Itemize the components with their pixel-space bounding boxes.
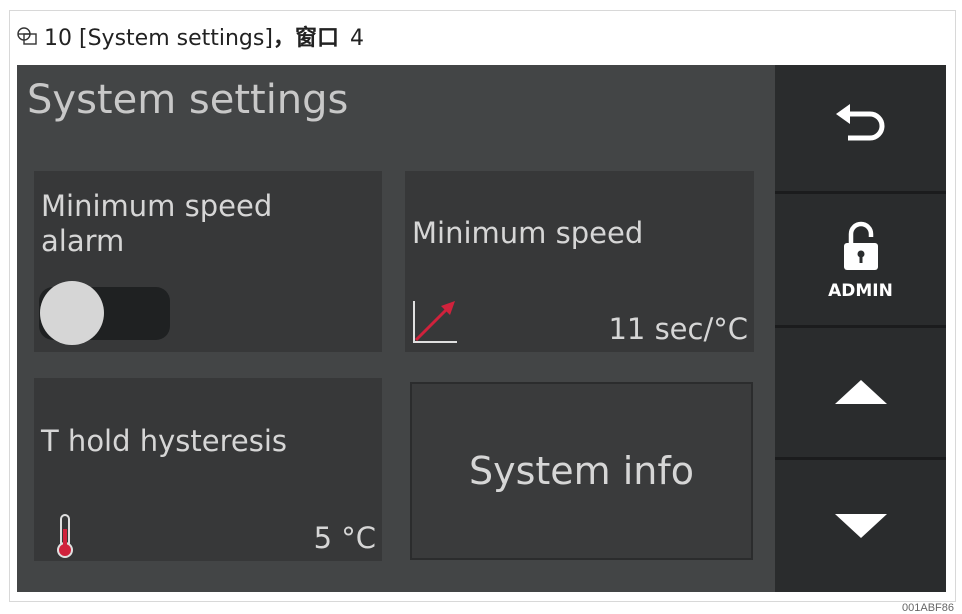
triangle-down-icon xyxy=(834,513,887,542)
toggle-knob xyxy=(40,281,104,345)
admin-label: ADMIN xyxy=(828,281,893,301)
figure-reference-icon xyxy=(16,25,38,47)
min-speed-alarm-label: Minimum speed alarm xyxy=(41,189,273,258)
caption-suffix: ，窗口 xyxy=(272,26,339,51)
settings-panel: System settings Minimum speed alarm Mini… xyxy=(17,65,775,592)
thermometer-icon xyxy=(56,513,74,559)
unlocked-padlock-icon xyxy=(843,221,879,275)
figure-code: 001ABF86 xyxy=(902,602,954,614)
min-speed-alarm-toggle[interactable] xyxy=(39,281,170,345)
scroll-up-button[interactable] xyxy=(775,331,946,460)
caption-title: [System settings] xyxy=(79,26,273,51)
nav-sidebar: ADMIN xyxy=(775,65,946,592)
triangle-up-icon xyxy=(834,380,887,408)
t-hold-hysteresis-label: T hold hysteresis xyxy=(41,424,288,458)
system-info-label: System info xyxy=(468,449,695,493)
caption-figure-number: 10 xyxy=(44,26,72,51)
min-speed-label: Minimum speed xyxy=(412,216,644,250)
device-screen: System settings Minimum speed alarm Mini… xyxy=(17,65,946,592)
back-arrow-icon xyxy=(834,104,888,152)
admin-button[interactable]: ADMIN xyxy=(775,197,946,328)
min-speed-alarm-tile: Minimum speed alarm xyxy=(34,171,382,352)
t-hold-hysteresis-tile[interactable]: T hold hysteresis 5 °C xyxy=(34,378,382,561)
system-info-button[interactable]: System info xyxy=(410,382,753,560)
min-speed-tile[interactable]: Minimum speed 11 sec/°C xyxy=(405,171,754,352)
min-speed-value: 11 sec/°C xyxy=(608,312,748,346)
t-hold-hysteresis-value: 5 °C xyxy=(313,521,376,555)
scroll-down-button[interactable] xyxy=(775,463,946,592)
caption-window-number: 4 xyxy=(349,26,364,51)
page-title: System settings xyxy=(27,77,349,123)
rising-slope-icon xyxy=(411,299,457,345)
figure-caption: 10 [System settings]，窗口 4 xyxy=(16,18,364,54)
back-button[interactable] xyxy=(775,65,946,194)
